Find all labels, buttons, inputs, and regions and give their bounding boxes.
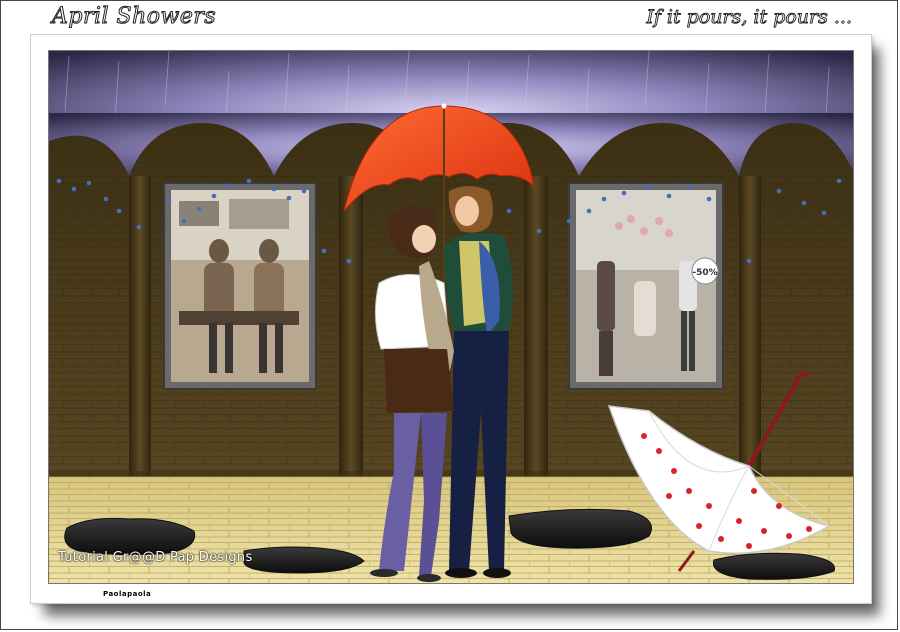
sale-sign: -50% (692, 268, 717, 278)
picture-tagline: If it pours, it pours ... (646, 6, 853, 29)
rain-scene: -50% (48, 50, 854, 584)
scene-illustration: -50% (49, 51, 853, 583)
picture-title: April Showers (51, 4, 217, 30)
shop-window-left (163, 182, 317, 390)
artist-signature: Paolapaola (103, 590, 152, 598)
watermark-text: Tutorial Gr@@D Pap Designs (58, 550, 253, 565)
shop-window-right: -50% (568, 182, 724, 390)
